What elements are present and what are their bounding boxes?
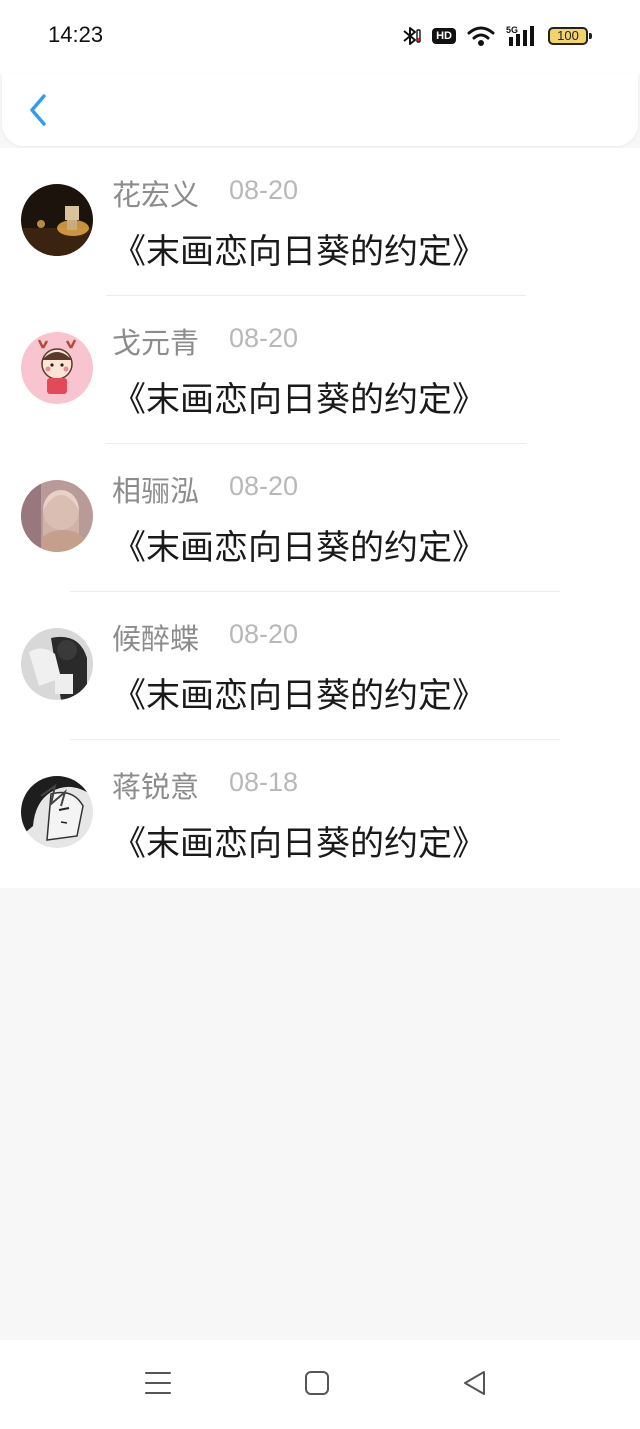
item-author: 蒋锐意 bbox=[112, 770, 200, 804]
item-date: 08-20 bbox=[229, 175, 299, 205]
item-title: 《末画恋向日葵的约定》 bbox=[112, 232, 486, 272]
item-date: 08-18 bbox=[229, 767, 299, 797]
status-icons: HD 5G 100 bbox=[400, 22, 592, 50]
item-title: 《末画恋向日葵的约定》 bbox=[112, 528, 486, 568]
item-date: 08-20 bbox=[229, 471, 299, 501]
cellular-signal-icon: 5G bbox=[506, 24, 538, 48]
svg-text:5G: 5G bbox=[506, 25, 518, 35]
wifi-icon bbox=[466, 24, 496, 48]
back-nav-button[interactable] bbox=[460, 1370, 490, 1400]
item-title: 《末画恋向日葵的约定》 bbox=[112, 380, 486, 420]
list-item[interactable]: 候醉蝶 08-20 《末画恋向日葵的约定》 bbox=[0, 592, 640, 740]
item-author: 相骊泓 bbox=[112, 474, 200, 508]
item-date: 08-20 bbox=[229, 323, 299, 353]
list-item[interactable]: 相骊泓 08-20 《末画恋向日葵的约定》 bbox=[0, 444, 640, 592]
list-item[interactable]: 蒋锐意 08-18 《末画恋向日葵的约定》 bbox=[0, 740, 640, 888]
hd-badge: HD bbox=[432, 28, 456, 44]
status-bar: 14:23 HD 5G 100 bbox=[0, 0, 640, 74]
item-date: 08-20 bbox=[229, 619, 299, 649]
system-navigation-bar bbox=[0, 1340, 640, 1429]
avatar bbox=[21, 776, 93, 848]
item-title: 《末画恋向日葵的约定》 bbox=[112, 676, 486, 716]
list-item[interactable]: 花宏义 08-20 《末画恋向日葵的约定》 bbox=[0, 148, 640, 296]
bluetooth-icon bbox=[400, 24, 422, 48]
home-button[interactable] bbox=[302, 1370, 332, 1400]
avatar bbox=[21, 628, 93, 700]
avatar bbox=[21, 332, 93, 404]
home-square-icon bbox=[303, 1369, 331, 1401]
avatar bbox=[21, 184, 93, 256]
item-author: 花宏义 bbox=[112, 178, 200, 212]
list-item[interactable]: 戈元青 08-20 《末画恋向日葵的约定》 bbox=[0, 296, 640, 444]
avatar bbox=[21, 480, 93, 552]
item-title: 《末画恋向日葵的约定》 bbox=[112, 824, 486, 864]
status-time: 14:23 bbox=[48, 22, 104, 47]
menu-button[interactable] bbox=[143, 1370, 173, 1400]
menu-icon bbox=[144, 1370, 172, 1400]
book-list: 花宏义 08-20 《末画恋向日葵的约定》 戈元青 08-20 《末画恋向日葵的… bbox=[0, 148, 640, 888]
item-author: 候醉蝶 bbox=[112, 622, 200, 656]
battery-indicator: 100 bbox=[548, 27, 592, 45]
back-button[interactable] bbox=[24, 94, 52, 130]
back-triangle-icon bbox=[461, 1369, 489, 1401]
nav-header bbox=[2, 74, 638, 146]
chevron-left-icon bbox=[28, 93, 48, 131]
item-author: 戈元青 bbox=[112, 326, 200, 360]
